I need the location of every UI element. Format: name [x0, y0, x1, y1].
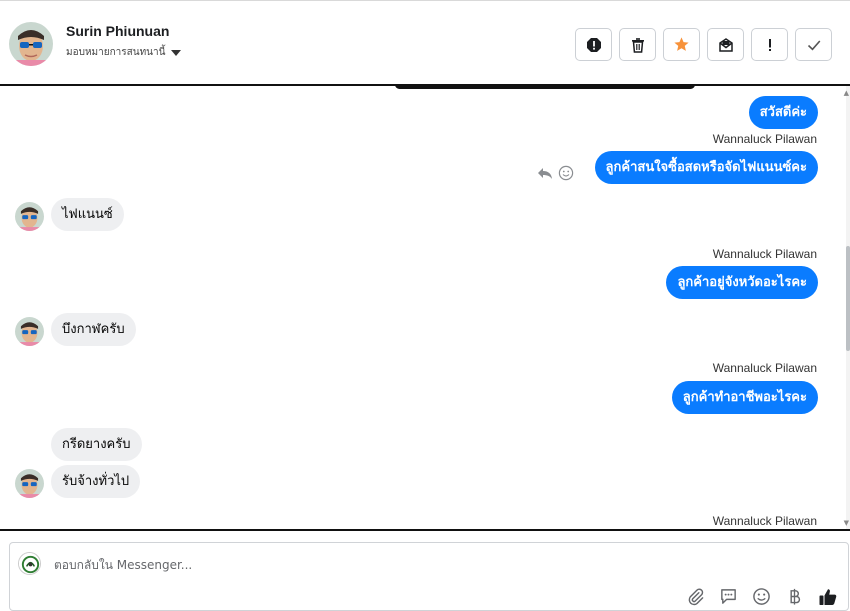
chevron-down-icon — [171, 49, 182, 56]
composer-toolbar — [685, 586, 838, 607]
reply-composer — [9, 542, 849, 611]
mark-unread-button[interactable] — [707, 28, 744, 61]
contact-avatar — [15, 469, 44, 498]
scroll-down-icon[interactable]: ▼ — [844, 519, 849, 527]
message-hover-actions — [536, 164, 574, 182]
incoming-message[interactable]: ไฟแนนซ์ — [51, 198, 124, 231]
sender-name: Wannaluck Pilawan — [712, 132, 817, 146]
contact-avatar — [15, 202, 44, 231]
attach-file-button[interactable] — [685, 586, 706, 607]
outgoing-message[interactable]: สวัสดีค่ะ — [748, 96, 818, 129]
trash-icon — [631, 37, 644, 53]
sender-name: Wannaluck Pilawan — [712, 361, 817, 375]
star-icon — [674, 37, 689, 51]
attachment-icon — [688, 588, 704, 606]
scrollbar-thumb[interactable] — [846, 246, 850, 351]
messenger-inbox-thread: Surin Phiunuan มอบหมายการสนทนานี้ สวัสดี… — [0, 0, 850, 611]
star-button[interactable] — [663, 28, 700, 61]
mark-unread-icon — [718, 37, 733, 52]
thumbs-up-icon — [819, 588, 836, 605]
check-icon — [807, 39, 820, 50]
delete-button[interactable] — [619, 28, 656, 61]
conversation-actions — [575, 28, 832, 61]
mark-as-spam-button[interactable] — [575, 28, 612, 61]
sender-name: Wannaluck Pilawan — [712, 247, 817, 261]
flag-button[interactable] — [751, 28, 788, 61]
message-thread[interactable]: สวัสดีค่ะ Wannaluck Pilawan ลูกค้าสนใจซื… — [0, 84, 850, 531]
scroll-up-icon[interactable]: ▲ — [844, 89, 849, 97]
conversation-header: Surin Phiunuan มอบหมายการสนทนานี้ — [0, 0, 850, 84]
sender-name: Wannaluck Pilawan — [712, 514, 817, 528]
outgoing-message[interactable]: ลูกค้าอยู่จังหวัดอะไรคะ — [666, 266, 818, 299]
baht-icon — [790, 588, 801, 605]
page-avatar — [18, 552, 41, 575]
assign-conversation-dropdown[interactable]: มอบหมายการสนทนานี้ — [66, 45, 182, 60]
outgoing-message[interactable]: ลูกค้าสนใจซื้อสดหรือจัดไฟแนนซ์คะ — [594, 151, 818, 184]
spam-alert-icon — [586, 37, 601, 52]
outgoing-message[interactable]: ลูกค้าทำอาชีพอะไรคะ — [671, 381, 818, 414]
saved-replies-button[interactable] — [718, 586, 739, 607]
emoji-icon — [753, 588, 770, 605]
incoming-message[interactable]: กรีดยางครับ — [51, 428, 142, 461]
avatar[interactable] — [9, 22, 53, 66]
reply-input[interactable] — [54, 553, 654, 577]
contact-avatar — [15, 317, 44, 346]
incoming-message[interactable]: บึงกาฬครับ — [51, 313, 136, 346]
react-emoji-icon[interactable] — [558, 165, 574, 181]
mark-done-button[interactable] — [795, 28, 832, 61]
saved-reply-icon — [721, 589, 736, 604]
payment-button[interactable] — [784, 586, 805, 607]
contact-name: Surin Phiunuan — [66, 23, 170, 39]
reply-icon[interactable] — [536, 164, 554, 182]
incoming-message[interactable]: รับจ้างทั่วไป — [51, 465, 141, 498]
emoji-button[interactable] — [751, 586, 772, 607]
exclamation-icon — [768, 38, 771, 51]
send-like-button[interactable] — [817, 586, 838, 607]
clipped-bubble — [395, 86, 695, 89]
assign-label: มอบหมายการสนทนานี้ — [66, 47, 166, 58]
